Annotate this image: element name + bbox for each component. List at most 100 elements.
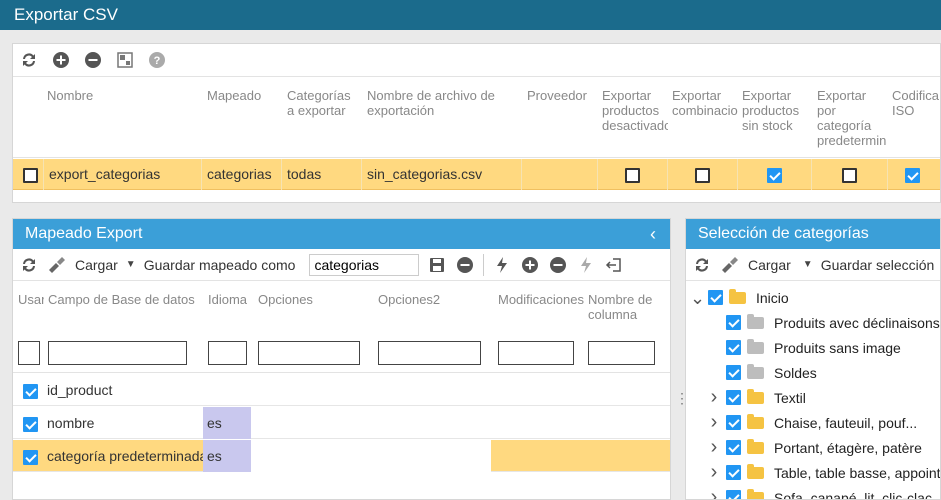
filter-nombre-columna-input[interactable] <box>588 341 655 365</box>
refresh-icon[interactable] <box>19 50 39 70</box>
cell-combinaciones[interactable] <box>667 159 737 190</box>
tree-item-checkbox[interactable] <box>708 290 723 305</box>
tree-item[interactable]: Produits avec déclinaisons <box>708 310 940 335</box>
tree-item[interactable]: › Table, table basse, appoint <box>708 460 940 485</box>
mapping-row[interactable]: nombre es <box>13 407 670 439</box>
filter-opciones2-input[interactable] <box>378 341 481 365</box>
load-selection-button[interactable]: Cargar <box>748 257 791 273</box>
mapping-row-selected[interactable]: categoría predeterminada es <box>13 440 670 472</box>
row-select-cell[interactable] <box>13 159 43 190</box>
tree-item-checkbox[interactable] <box>726 465 741 480</box>
filter-modificaciones-input[interactable] <box>498 341 574 365</box>
use-checkbox[interactable] <box>23 383 38 399</box>
chevron-down-icon[interactable]: ⌄ <box>690 289 705 307</box>
por-categoria-checkbox[interactable] <box>842 167 857 183</box>
options-cell[interactable] <box>251 440 491 472</box>
chevron-right-icon[interactable]: › <box>708 386 720 409</box>
tree-item-label: Produits avec déclinaisons <box>774 314 940 331</box>
column-header-iso: Codifica ISO <box>892 88 939 118</box>
cell-iso[interactable] <box>887 159 937 190</box>
add-icon[interactable] <box>520 255 540 275</box>
tree-item-checkbox[interactable] <box>726 390 741 405</box>
column-header-nombre: Nombre <box>47 88 94 103</box>
filter-usar-input[interactable] <box>18 341 40 365</box>
lightning-disabled-icon[interactable] <box>576 255 596 275</box>
refresh-icon[interactable] <box>692 255 712 275</box>
cell-por-categoria[interactable] <box>811 159 887 190</box>
export-row[interactable]: export_categorias categorias todas sin_c… <box>13 159 940 190</box>
brush-icon[interactable] <box>47 255 67 275</box>
cell-categorias[interactable]: todas <box>281 159 361 190</box>
cell-sin-stock[interactable] <box>737 159 811 190</box>
column-header-modificaciones: Modificaciones <box>498 292 584 307</box>
help-icon[interactable]: ? <box>147 50 167 70</box>
mapping-name-input[interactable] <box>309 253 420 276</box>
tree-item[interactable]: › Portant, étagère, patère <box>708 435 922 460</box>
remove-icon[interactable] <box>548 255 568 275</box>
desactivados-checkbox[interactable] <box>625 167 640 183</box>
exit-icon[interactable] <box>604 255 624 275</box>
column-header-idioma: Idioma <box>208 292 248 307</box>
tree-item[interactable]: › Chaise, fauteuil, pouf... <box>708 410 918 435</box>
refresh-icon[interactable] <box>19 255 39 275</box>
chevron-right-icon[interactable]: › <box>708 461 720 484</box>
lightning-icon[interactable] <box>492 255 512 275</box>
tree-item-checkbox[interactable] <box>726 440 741 455</box>
tree-item-label: Textil <box>774 389 806 406</box>
filter-opciones-input[interactable] <box>258 341 360 365</box>
use-checkbox[interactable] <box>23 449 38 465</box>
tree-item[interactable]: › Textil <box>708 385 806 410</box>
chevron-right-icon[interactable]: › <box>708 486 720 499</box>
chevron-right-icon[interactable]: › <box>708 436 720 459</box>
combinaciones-checkbox[interactable] <box>695 167 710 183</box>
tree-item-checkbox[interactable] <box>726 340 741 355</box>
cell-proveedor[interactable] <box>521 159 597 190</box>
language-cell[interactable]: es <box>203 407 251 439</box>
column-header-combinaciones: Exportar combinaciones <box>672 88 738 118</box>
dropdown-arrow-icon[interactable]: ▼ <box>803 259 813 270</box>
column-header-desactivados: Exportar productos desactivados <box>602 88 668 133</box>
mapping-row[interactable]: id_product <box>13 374 670 406</box>
folder-icon <box>729 288 746 304</box>
cell-mapeado[interactable]: categorias <box>201 159 281 190</box>
column-header-mapeado: Mapeado <box>207 88 262 103</box>
tree-item[interactable]: Soldes <box>708 360 817 385</box>
collapse-chevron-icon[interactable]: ‹ <box>650 219 656 249</box>
categories-panel-header: Selección de categorías <box>686 219 940 249</box>
tree-item-checkbox[interactable] <box>726 315 741 330</box>
save-mapping-as-button[interactable]: Guardar mapeado como <box>144 257 296 273</box>
field-cell[interactable]: id_product <box>43 374 203 406</box>
chevron-right-icon[interactable]: › <box>708 411 720 434</box>
column-header-categorias: Categorías a exportar <box>287 88 351 118</box>
use-checkbox[interactable] <box>23 416 38 432</box>
remove-icon[interactable] <box>455 255 475 275</box>
svg-text:?: ? <box>154 55 161 67</box>
language-cell[interactable] <box>203 374 251 406</box>
tree-item[interactable]: Produits sans image <box>708 335 901 360</box>
sin-stock-checkbox[interactable] <box>767 167 782 183</box>
tree-item-checkbox[interactable] <box>726 415 741 430</box>
row-select-checkbox[interactable] <box>23 167 38 183</box>
tree-item-checkbox[interactable] <box>726 365 741 380</box>
cell-nombre[interactable]: export_categorias <box>43 159 201 190</box>
save-icon[interactable] <box>427 255 447 275</box>
tree-item[interactable]: › Sofa, canapé, lit, clic-clac <box>708 485 932 499</box>
mapping-panel-title: Mapeado Export <box>25 225 143 242</box>
brush-icon[interactable] <box>720 255 740 275</box>
add-icon[interactable] <box>51 50 71 70</box>
language-cell[interactable]: es <box>203 440 251 472</box>
field-cell[interactable]: nombre <box>43 407 203 439</box>
save-selection-button[interactable]: Guardar selección <box>821 257 935 273</box>
tree-item[interactable]: ⌄ Inicio <box>690 285 789 310</box>
dropdown-arrow-icon[interactable]: ▼ <box>126 259 136 270</box>
field-cell[interactable]: categoría predeterminada <box>43 440 203 472</box>
iso-checkbox[interactable] <box>905 167 920 183</box>
cell-desactivados[interactable] <box>597 159 667 190</box>
tree-item-checkbox[interactable] <box>726 490 741 499</box>
filter-idioma-input[interactable] <box>208 341 247 365</box>
remove-icon[interactable] <box>83 50 103 70</box>
grid-icon[interactable] <box>115 50 135 70</box>
cell-archivo[interactable]: sin_categorias.csv <box>361 159 521 190</box>
filter-campo-input[interactable] <box>48 341 187 365</box>
load-mapping-button[interactable]: Cargar <box>75 257 118 273</box>
